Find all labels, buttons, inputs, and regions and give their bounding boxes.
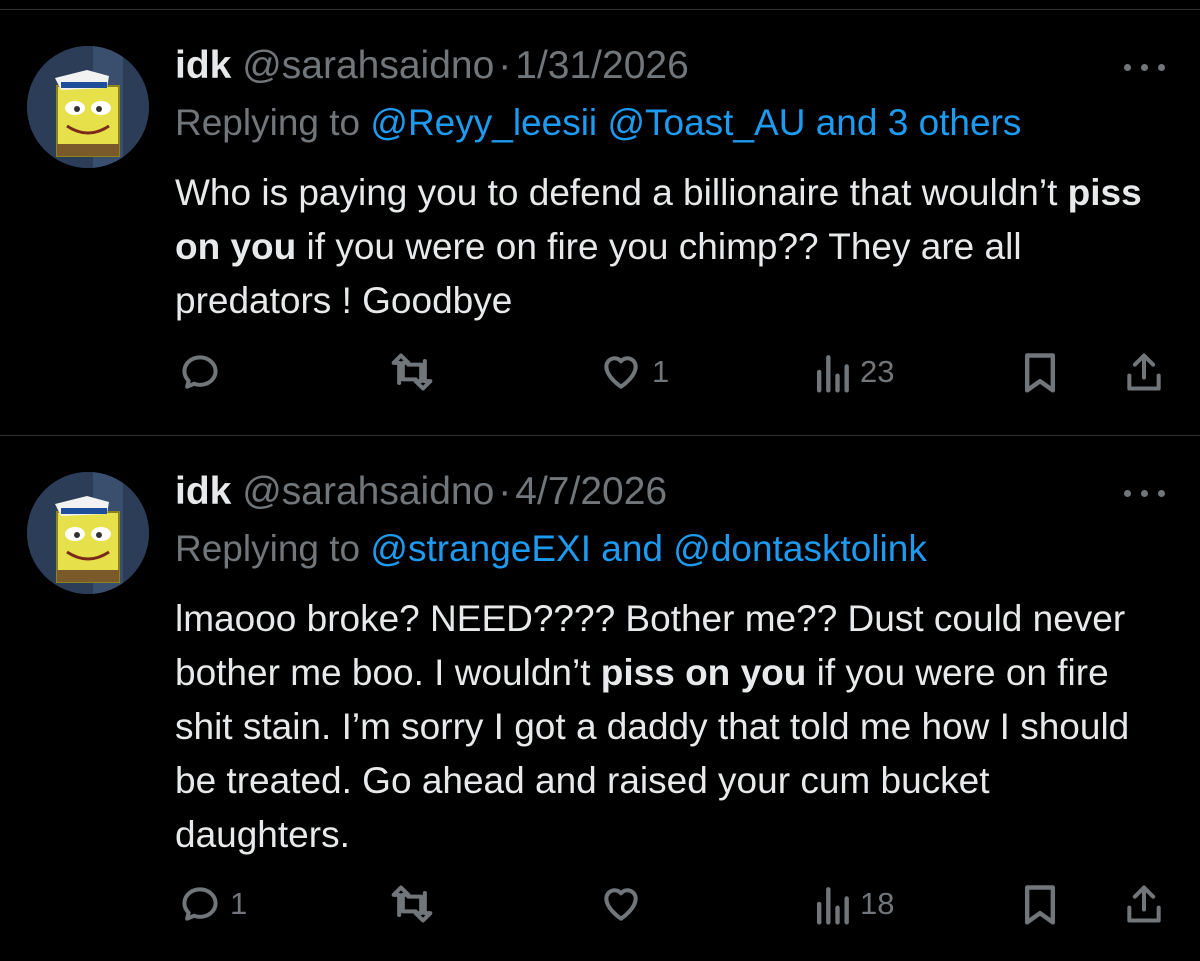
- views-icon: [812, 350, 852, 394]
- tweet-header: idk @sarahsaidno · 4/7/2026: [175, 464, 667, 520]
- like-button[interactable]: [598, 874, 652, 934]
- avatar[interactable]: [27, 472, 149, 594]
- retweet-button[interactable]: [388, 342, 444, 402]
- share-button[interactable]: [1122, 342, 1166, 402]
- tweet-date[interactable]: 4/7/2026: [515, 470, 667, 513]
- mention-others-link[interactable]: and 3 others: [816, 102, 1022, 143]
- share-icon: [1122, 882, 1166, 926]
- heart-icon: [598, 882, 644, 926]
- separator-dot: ·: [498, 44, 512, 87]
- like-count: 1: [652, 354, 670, 389]
- action-bar: 1 18: [0, 874, 1200, 934]
- view-count: 18: [860, 886, 895, 921]
- retweet-icon: [388, 882, 436, 926]
- tweet-text: lmaooo broke? NEED???? Bother me?? Dust …: [175, 592, 1165, 862]
- share-button[interactable]: [1122, 874, 1166, 934]
- tweet-text-segment: if you were on fire you chimp?? They are…: [175, 226, 1022, 321]
- more-horizontal-icon[interactable]: [1124, 60, 1166, 74]
- replying-to: Replying to @Reyy_leesii @Toast_AU and 3…: [175, 98, 1021, 148]
- view-count: 23: [860, 354, 895, 389]
- display-name[interactable]: idk: [175, 470, 231, 513]
- bookmark-button[interactable]: [1020, 874, 1060, 934]
- tweet-text: Who is paying you to defend a billionair…: [175, 166, 1165, 328]
- tweet-header: idk @sarahsaidno · 1/31/2026: [175, 38, 689, 94]
- mention-link[interactable]: @dontasktolink: [673, 528, 927, 569]
- action-bar: 1 23: [0, 342, 1200, 402]
- reply-count: 1: [230, 886, 248, 921]
- separator-dot: ·: [498, 470, 512, 513]
- tweet-text-bold: piss on you: [600, 652, 807, 693]
- tweet-text-segment: Who is paying you to defend a billionair…: [175, 172, 1068, 213]
- reply-icon: [178, 882, 222, 926]
- like-button[interactable]: 1: [598, 342, 669, 402]
- replying-to: Replying to @strangeEXI and @dontasktoli…: [175, 524, 927, 574]
- more-horizontal-icon[interactable]: [1124, 486, 1166, 500]
- mention-link[interactable]: @Reyy_leesii: [370, 102, 597, 143]
- reply-button[interactable]: [178, 342, 230, 402]
- retweet-icon: [388, 350, 436, 394]
- mention-link[interactable]: @Toast_AU: [607, 102, 805, 143]
- bookmark-button[interactable]: [1020, 342, 1060, 402]
- bookmark-icon: [1020, 882, 1060, 926]
- heart-icon: [598, 350, 644, 394]
- views-button[interactable]: 23: [812, 342, 894, 402]
- tweet-2[interactable]: idk @sarahsaidno · 4/7/2026 Replying to @s…: [0, 436, 1200, 961]
- mention-link[interactable]: @strangeEXI: [370, 528, 591, 569]
- replying-to-label: Replying to: [175, 528, 361, 569]
- tweet-1[interactable]: idk @sarahsaidno · 1/31/2026 Replying to @…: [0, 10, 1200, 436]
- reply-button[interactable]: 1: [178, 874, 247, 934]
- avatar[interactable]: [27, 46, 149, 168]
- replying-to-label: Replying to: [175, 102, 361, 143]
- user-handle[interactable]: @sarahsaidno: [242, 470, 494, 513]
- bookmark-icon: [1020, 350, 1060, 394]
- tweet-date[interactable]: 1/31/2026: [515, 44, 689, 87]
- share-icon: [1122, 350, 1166, 394]
- views-button[interactable]: 18: [812, 874, 894, 934]
- retweet-button[interactable]: [388, 874, 444, 934]
- mention-joiner: and: [601, 528, 664, 569]
- reply-icon: [178, 350, 222, 394]
- user-handle[interactable]: @sarahsaidno: [242, 44, 494, 87]
- display-name[interactable]: idk: [175, 44, 231, 87]
- views-icon: [812, 882, 852, 926]
